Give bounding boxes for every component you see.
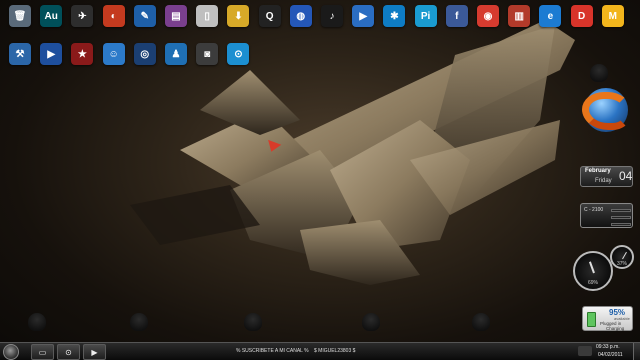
- taskbar-office-button[interactable]: ⊙: [57, 344, 80, 360]
- desktop-icon-glyph: Pi: [420, 10, 431, 22]
- desktop-icon-glyph: e: [547, 10, 554, 22]
- taskbar-folder-button[interactable]: ▭: [31, 344, 54, 360]
- desktop-icons-row-1: 🗑 Au ✈ ◐ ✎ ▤ ▯ ⬇ Q ◍ ♪ ▶ ✱ Pi f ◉ ▥ e D M: [0, 2, 640, 32]
- desktop-icon-glyph: f: [455, 10, 459, 22]
- desktop-icon-glyph: M: [608, 10, 617, 22]
- webcam-icon[interactable]: ◙: [196, 43, 219, 65]
- battery-state-line2: Charging: [606, 326, 625, 331]
- desktop-icon-glyph: ⚒: [15, 48, 25, 60]
- star-shortcut-icon[interactable]: ★: [71, 43, 94, 65]
- ccleaner-icon[interactable]: ◐: [102, 5, 125, 27]
- desktop-icons-row-2: ⚒ ▶ ★ ☺ ◎ ♟ ◙ ⊙: [0, 40, 640, 70]
- firefox-globe-gadget[interactable]: [582, 88, 630, 132]
- ram-gauge[interactable]: 37%: [610, 245, 634, 269]
- adobe-audition-icon[interactable]: Au: [40, 5, 63, 27]
- tools-shortcut-icon[interactable]: ⚒: [9, 43, 31, 65]
- desktop-icon-glyph: Au: [44, 10, 58, 22]
- taskbar: ▭ ⊙ ▶ % SUSCRIBETE A MI CANAL % $ MIGUEL…: [0, 342, 640, 360]
- gauge-needle: [622, 251, 627, 260]
- desktop-icon-glyph: Q: [265, 10, 274, 22]
- cpu-meter-bar: [611, 223, 631, 226]
- desktop-icon-glyph: ✈: [78, 10, 87, 22]
- media-play-icon: ▶: [91, 347, 98, 357]
- calendar-weekday: Friday: [595, 178, 612, 184]
- media-monkey-icon[interactable]: M: [601, 5, 624, 27]
- disc-burner-icon[interactable]: ◎: [133, 43, 156, 65]
- start-button[interactable]: [3, 344, 19, 360]
- desktop-icon-glyph: ♪: [329, 10, 335, 22]
- desktop-icon-glyph: ◐: [110, 10, 117, 22]
- skull-decoration: [244, 313, 262, 331]
- skull-decoration: [130, 313, 148, 331]
- skull-decoration: [472, 313, 490, 331]
- taskbar-item-subscribe[interactable]: % SUSCRIBETE A MI CANAL %: [236, 348, 309, 354]
- calendar-day: 04: [619, 169, 633, 183]
- taskbar-media-button[interactable]: ▶: [83, 344, 106, 360]
- skull-decoration: [590, 64, 608, 82]
- system-tray-icon[interactable]: [578, 346, 592, 356]
- desktop-icon-glyph: ▶: [47, 48, 56, 60]
- battery-icon: [587, 312, 596, 327]
- clock-time[interactable]: 09:33 p.m.: [596, 344, 620, 350]
- skull-decoration: [28, 313, 46, 331]
- desktop-icon-glyph: ▯: [204, 10, 210, 22]
- desktop-icon-glyph: ☺: [108, 48, 119, 60]
- taskbar-item-username[interactable]: $ MIGUEL23803 $: [314, 348, 355, 354]
- blank-document-icon[interactable]: ▯: [196, 5, 219, 27]
- desktop-icon-glyph: ◍: [296, 10, 306, 22]
- google-chrome-icon[interactable]: ◉: [477, 5, 499, 27]
- internet-explorer-icon[interactable]: e: [539, 5, 562, 27]
- folder-icon: ▭: [38, 347, 47, 357]
- editor-shortcut-icon[interactable]: ✎: [133, 5, 156, 27]
- gun-shortcut-icon[interactable]: ✈: [71, 5, 94, 27]
- books-icon[interactable]: ▥: [508, 5, 531, 27]
- winrar-icon[interactable]: ▤: [165, 5, 187, 27]
- user-account-icon[interactable]: ☺: [102, 43, 125, 65]
- folder-shortcut-icon[interactable]: ⬇: [227, 5, 250, 27]
- desktop-icon-glyph: ◙: [204, 48, 211, 60]
- calendar-gadget[interactable]: February Friday 04: [580, 166, 633, 187]
- desktop-icon-glyph: ▶: [359, 10, 368, 22]
- recycle-bin-icon[interactable]: 🗑: [9, 5, 31, 27]
- ram-gauge-percent: 37%: [616, 261, 627, 267]
- desktop-icon-glyph: ▤: [171, 10, 181, 22]
- office-app-icon: ⊙: [65, 347, 72, 357]
- photoshop-icon[interactable]: ✱: [383, 5, 406, 27]
- desktop-icon-glyph: 🗑: [13, 10, 27, 22]
- firefox-icon: [582, 92, 630, 130]
- messenger-icon[interactable]: ♟: [165, 43, 187, 65]
- battery-gadget[interactable]: 95% available Plugged in Charging: [582, 306, 633, 331]
- clock-date[interactable]: 04/02/2011: [598, 352, 623, 358]
- cpu-gauge[interactable]: 69%: [573, 251, 613, 291]
- pinnacle-icon[interactable]: Pi: [414, 5, 437, 27]
- cpu-meter-gadget[interactable]: C - 2100: [580, 203, 633, 228]
- desktop-icon-glyph: ⬇: [234, 10, 243, 22]
- desktop-icon-glyph: ▥: [514, 10, 524, 22]
- desktop-icon-glyph: ⊙: [234, 48, 243, 60]
- cpu-meter-bar: [611, 216, 631, 219]
- desktop-icon-glyph: ◎: [140, 48, 150, 60]
- facebook-icon[interactable]: f: [445, 5, 468, 27]
- skull-decoration: [362, 313, 380, 331]
- cpu-meter-bar: [611, 209, 631, 212]
- desktop-icon-glyph: ♟: [171, 48, 181, 60]
- desktop-icon-glyph: ★: [77, 48, 87, 60]
- daemon-tools-icon[interactable]: D: [570, 5, 593, 27]
- desktop-icon-glyph: ◉: [483, 10, 493, 22]
- calendar-month: February: [585, 168, 611, 174]
- desktop-icon-glyph: D: [577, 10, 586, 22]
- music-player-icon[interactable]: ♪: [321, 5, 343, 27]
- gauge-needle: [588, 261, 595, 274]
- media-blue-icon[interactable]: ▶: [352, 5, 375, 27]
- cpu-gauge-percent: 69%: [587, 280, 598, 286]
- desktop-icon-glyph: ✎: [140, 10, 149, 22]
- quake-icon[interactable]: Q: [258, 5, 281, 27]
- network-globe-icon[interactable]: ◍: [289, 5, 312, 27]
- office-app-icon[interactable]: ⊙: [227, 43, 250, 65]
- cpu-meter-label: C - 2100: [584, 207, 604, 213]
- desktop-icon-glyph: ✱: [390, 10, 399, 22]
- show-desktop-button[interactable]: [633, 343, 640, 360]
- media-play-icon[interactable]: ▶: [40, 43, 63, 65]
